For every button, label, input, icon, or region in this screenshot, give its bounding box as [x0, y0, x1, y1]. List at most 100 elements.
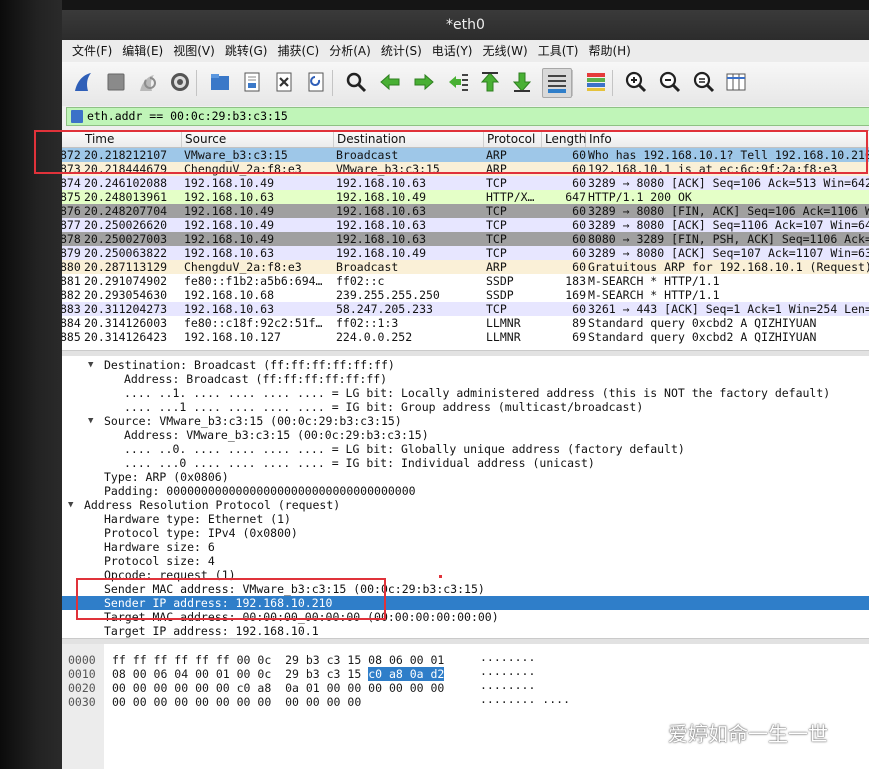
- detail-row[interactable]: ▼ Source: VMware_b3:c3:15 (00:0c:29:b3:c3…: [62, 414, 869, 428]
- packet-row[interactable]: 885 20.314126423 192.168.10.127 224.0.0.252…: [62, 330, 869, 344]
- shark-fin-start-button[interactable]: [70, 68, 98, 96]
- bytes-hex[interactable]: ff ff ff ff ff ff 00 0c 29 b3 c3 15 08 0…: [112, 653, 444, 667]
- detail-row[interactable]: Opcode: request (1): [62, 568, 869, 582]
- detail-text: Address Resolution Protocol (request): [84, 498, 341, 512]
- packet-cell-proto: TCP: [486, 176, 507, 190]
- detail-row[interactable]: .... ..1. .... .... .... .... = LG bit: …: [62, 386, 869, 400]
- bytes-ascii[interactable]: ········: [480, 653, 535, 667]
- column-header-source[interactable]: Source: [182, 131, 334, 147]
- go-to-packet-button[interactable]: [444, 68, 472, 96]
- packet-cell-info: M-SEARCH * HTTP/1.1: [588, 288, 720, 302]
- packet-cell-no: 880: [62, 260, 81, 274]
- detail-row[interactable]: .... ...1 .... .... .... .... = IG bit: …: [62, 400, 869, 414]
- auto-scroll-button[interactable]: [542, 68, 572, 98]
- detail-row[interactable]: Sender MAC address: VMware_b3:c3:15 (00:…: [62, 582, 869, 596]
- detail-row[interactable]: Hardware type: Ethernet (1): [62, 512, 869, 526]
- bytes-hex[interactable]: 00 00 00 00 00 00 00 00 00 00 00 00: [112, 695, 361, 709]
- detail-row[interactable]: Type: ARP (0x0806): [62, 470, 869, 484]
- menu-item-5[interactable]: 分析(A): [324, 40, 376, 62]
- packet-row[interactable]: 876 20.248207704 192.168.10.49 192.168.10.6…: [62, 204, 869, 218]
- go-back-button[interactable]: [376, 68, 404, 96]
- reload-file-button[interactable]: [302, 68, 330, 96]
- packet-list-pane[interactable]: Time Source Destination Protocol Length Info …: [62, 130, 869, 351]
- bytes-hex[interactable]: 08 00 06 04 00 01 00 0c 29 b3 c3 15 c0 a…: [112, 667, 445, 681]
- bytes-hex-plain: 08 00 06 04 00 01 00 0c 29 b3 c3 15: [112, 667, 369, 681]
- column-header-protocol[interactable]: Protocol: [484, 131, 542, 147]
- menu-item-3[interactable]: 跳转(G): [220, 40, 273, 62]
- detail-text: Hardware type: Ethernet (1): [104, 512, 291, 526]
- detail-row[interactable]: Address: Broadcast (ff:ff:ff:ff:ff:ff): [62, 372, 869, 386]
- find-packet-button[interactable]: [342, 68, 370, 96]
- packet-cell-no: 878: [62, 232, 81, 246]
- stop-capture-icon: [107, 73, 125, 91]
- menu-item-10[interactable]: 帮助(H): [583, 40, 635, 62]
- bytes-hex[interactable]: 00 00 00 00 00 00 c0 a8 0a 01 00 00 00 0…: [112, 681, 444, 695]
- menu-item-4[interactable]: 捕获(C): [272, 40, 324, 62]
- detail-row[interactable]: ▼ Address Resolution Protocol (request): [62, 498, 869, 512]
- menu-item-8[interactable]: 无线(W): [478, 40, 533, 62]
- column-header-length[interactable]: Length: [542, 131, 586, 147]
- colorize-button[interactable]: [582, 68, 610, 96]
- zoom-out-button[interactable]: [656, 68, 684, 96]
- expand-triangle-icon[interactable]: ▼: [88, 358, 93, 372]
- bytes-ascii[interactable]: ········: [480, 667, 535, 681]
- packet-cell-time: 20.314126423: [84, 330, 168, 344]
- column-header-destination[interactable]: Destination: [334, 131, 484, 147]
- detail-row[interactable]: Target MAC address: 00:00:00_00:00:00 (0…: [62, 610, 869, 624]
- packet-cell-info: Gratuitous ARP for 192.168.10.1 (Request…: [588, 260, 869, 274]
- go-last-packet-button[interactable]: [508, 68, 536, 96]
- bookmark-icon[interactable]: [71, 110, 83, 123]
- resize-columns-button[interactable]: [722, 68, 750, 96]
- menu-item-7[interactable]: 电话(Y): [427, 40, 478, 62]
- open-file-button[interactable]: [206, 68, 234, 96]
- menu-item-1[interactable]: 编辑(E): [117, 40, 168, 62]
- menu-item-6[interactable]: 统计(S): [376, 40, 427, 62]
- packet-row[interactable]: 879 20.250063822 192.168.10.63 192.168.10.4…: [62, 246, 869, 260]
- packet-row[interactable]: 884 20.314126003 fe80::c18f:92c2:51f… ff02:…: [62, 316, 869, 330]
- expand-triangle-icon[interactable]: ▼: [68, 498, 73, 512]
- detail-row[interactable]: Address: VMware_b3:c3:15 (00:0c:29:b3:c3…: [62, 428, 869, 442]
- expand-triangle-icon[interactable]: ▼: [88, 414, 93, 428]
- packet-row[interactable]: 872 20.218212107 VMware_b3:c3:15 Broadcast A…: [62, 148, 869, 162]
- packet-details-pane[interactable]: ▼ Destination: Broadcast (ff:ff:ff:ff:ff:…: [62, 356, 869, 638]
- detail-row[interactable]: .... ..0. .... .... .... .... = LG bit: …: [62, 442, 869, 456]
- save-file-button[interactable]: [238, 68, 266, 96]
- packet-cell-proto: SSDP: [486, 274, 514, 288]
- column-header-info[interactable]: Info: [586, 131, 869, 147]
- packet-row[interactable]: 877 20.250026620 192.168.10.49 192.168.10.6…: [62, 218, 869, 232]
- go-first-packet-button[interactable]: [476, 68, 504, 96]
- packet-row[interactable]: 881 20.291074902 fe80::f1b2:a5b6:694… ff02:…: [62, 274, 869, 288]
- menu-item-9[interactable]: 工具(T): [533, 40, 584, 62]
- packet-row[interactable]: 880 20.287113129 ChengduV_2a:f8:e3 Broadcas…: [62, 260, 869, 274]
- packet-row[interactable]: 873 20.218444679 ChengduV_2a:f8:e3 VMware_b…: [62, 162, 869, 176]
- detail-row[interactable]: Protocol type: IPv4 (0x0800): [62, 526, 869, 540]
- packet-bytes-pane[interactable]: 0000 ff ff ff ff ff ff 00 0c 29 b3 c3 15 …: [62, 644, 869, 769]
- packet-row[interactable]: 874 20.246102088 192.168.10.49 192.168.10.6…: [62, 176, 869, 190]
- restart-capture-button[interactable]: [134, 68, 162, 96]
- menu-item-2[interactable]: 视图(V): [168, 40, 220, 62]
- go-forward-button[interactable]: [410, 68, 438, 96]
- detail-row[interactable]: Padding: 0000000000000000000000000000000…: [62, 484, 869, 498]
- column-header-time[interactable]: Time: [82, 131, 182, 147]
- detail-row[interactable]: Target IP address: 192.168.10.1: [62, 624, 869, 638]
- display-filter-input[interactable]: eth.addr == 00:0c:29:b3:c3:15: [66, 107, 869, 126]
- close-file-button[interactable]: [270, 68, 298, 96]
- stop-capture-button[interactable]: [102, 68, 130, 96]
- detail-row[interactable]: Hardware size: 6: [62, 540, 869, 554]
- bytes-ascii[interactable]: ········: [480, 681, 535, 695]
- packet-row[interactable]: 875 20.248013961 192.168.10.63 192.168.10.4…: [62, 190, 869, 204]
- packet-cell-src: fe80::f1b2:a5b6:694…: [184, 274, 323, 288]
- packet-row[interactable]: 882 20.293054630 192.168.10.68 239.255.255.…: [62, 288, 869, 302]
- menu-item-0[interactable]: 文件(F): [67, 40, 117, 62]
- packet-row[interactable]: 878 20.250027003 192.168.10.49 192.168.10.6…: [62, 232, 869, 246]
- detail-row[interactable]: .... ...0 .... .... .... .... = IG bit: …: [62, 456, 869, 470]
- zoom-in-button[interactable]: [622, 68, 650, 96]
- detail-row[interactable]: ▼ Destination: Broadcast (ff:ff:ff:ff:ff:…: [62, 358, 869, 372]
- packet-row[interactable]: 883 20.311204273 192.168.10.63 58.247.205.2…: [62, 302, 869, 316]
- normal-size-button[interactable]: [690, 68, 718, 96]
- detail-row[interactable]: Sender IP address: 192.168.10.210: [62, 596, 869, 610]
- bytes-hex-plain: ff ff ff ff ff ff 00 0c 29 b3 c3 15 08 0…: [112, 653, 445, 667]
- detail-row[interactable]: Protocol size: 4: [62, 554, 869, 568]
- capture-options-gear-button[interactable]: [166, 68, 194, 96]
- bytes-ascii[interactable]: ········ ····: [480, 695, 570, 709]
